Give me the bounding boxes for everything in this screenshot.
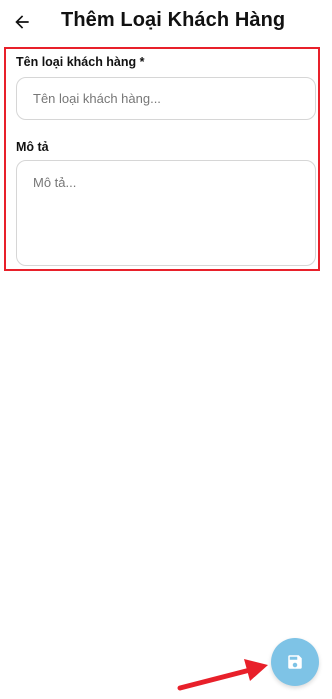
app-bar: Thêm Loại Khách Hàng [0,0,332,44]
name-label: Tên loại khách hàng * [16,55,145,69]
description-label: Mô tả [16,140,49,154]
name-input[interactable]: Tên loại khách hàng... [16,77,316,120]
save-button[interactable] [271,638,319,686]
description-input[interactable]: Mô tả... [16,160,316,266]
annotation-arrow [177,659,268,691]
description-input-placeholder: Mô tả... [33,175,77,190]
save-icon [288,655,302,669]
back-button[interactable] [8,8,36,36]
name-input-placeholder: Tên loại khách hàng... [33,91,161,106]
arrow-left-icon [15,15,29,29]
add-customer-type-screen: Thêm Loại Khách Hàng Tên loại khách hàng… [0,0,332,699]
page-title: Thêm Loại Khách Hàng [61,9,286,31]
